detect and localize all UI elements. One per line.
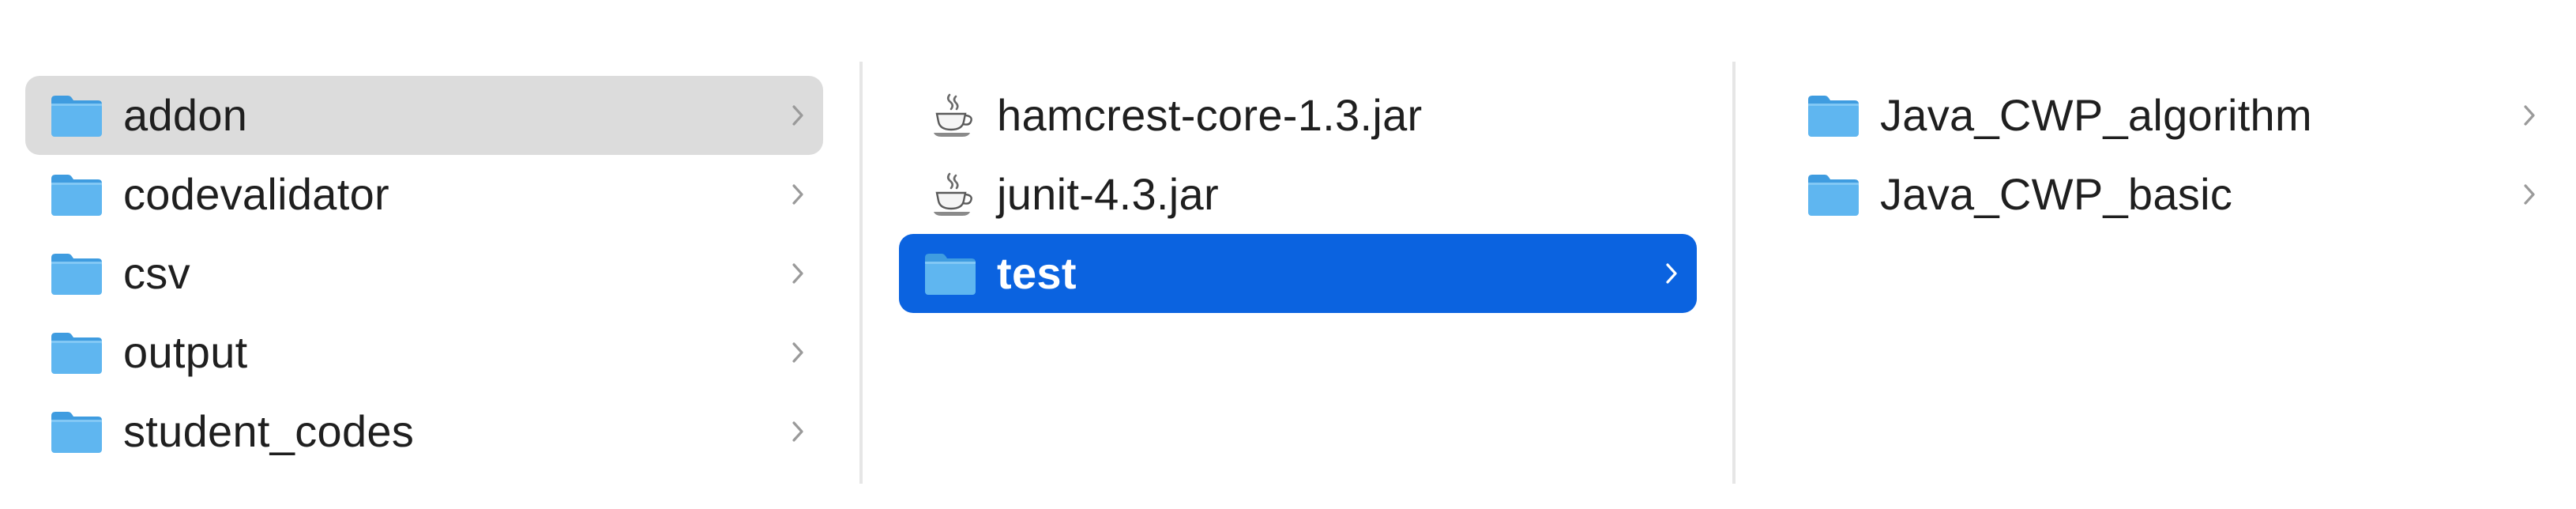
folder-row-codevalidator[interactable]: codevalidator [25,155,823,234]
file-name: hamcrest-core-1.3.jar [997,90,1423,140]
java-jar-icon [931,90,975,141]
folder-name: test [997,248,1077,298]
chevron-right-icon [2518,182,2540,207]
folder-icon [49,329,104,376]
folder-icon [49,171,104,218]
chevron-right-icon [2518,103,2540,128]
folder-name: student_codes [123,406,415,456]
folder-icon [1806,92,1861,139]
java-jar-icon [931,169,975,220]
folder-icon [49,250,104,297]
folder-row-csv[interactable]: csv [25,234,823,313]
folder-name: Java_CWP_algorithm [1880,90,2312,140]
chevron-right-icon [787,182,809,207]
folder-row-java-cwp-basic[interactable]: Java_CWP_basic [1782,155,2555,234]
column-3: Java_CWP_algorithm Java_CWP_basic [1735,0,2576,509]
file-row-hamcrest[interactable]: hamcrest-core-1.3.jar [899,76,1697,155]
folder-icon [1806,171,1861,218]
file-name: junit-4.3.jar [997,169,1219,219]
folder-icon [923,250,978,297]
chevron-right-icon [787,340,809,365]
folder-row-student-codes[interactable]: student_codes [25,392,823,471]
folder-row-output[interactable]: output [25,313,823,392]
folder-name: Java_CWP_basic [1880,169,2233,219]
chevron-right-icon [1660,261,1683,286]
folder-icon [49,92,104,139]
finder-column-browser: addon codevalidator csv output student_c… [0,0,2576,509]
column-2: hamcrest-core-1.3.jar junit-4.3.jar test [863,0,1735,509]
folder-name: codevalidator [123,169,390,219]
folder-name: addon [123,90,248,140]
folder-name: output [123,327,248,377]
folder-name: csv [123,248,190,298]
chevron-right-icon [787,419,809,444]
column-1: addon codevalidator csv output student_c… [0,0,863,509]
file-row-junit[interactable]: junit-4.3.jar [899,155,1697,234]
folder-row-java-cwp-algorithm[interactable]: Java_CWP_algorithm [1782,76,2555,155]
folder-icon [49,408,104,455]
folder-row-addon[interactable]: addon [25,76,823,155]
chevron-right-icon [787,261,809,286]
folder-row-test[interactable]: test [899,234,1697,313]
chevron-right-icon [787,103,809,128]
